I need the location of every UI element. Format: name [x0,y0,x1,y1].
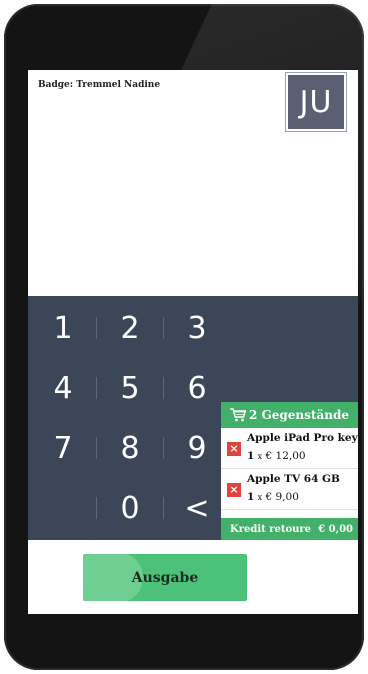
item-amount: € 9,00 [265,491,299,503]
phone-frame: Badge: Tremmel Nadine JU 1 2 3 4 5 6 7 8… [4,4,364,670]
shopping-cart-icon [230,408,247,422]
credit-return-amount: € 0,00 [318,523,353,535]
remove-item-button[interactable]: × [227,442,241,456]
badge-label: Badge: Tremmel Nadine [38,80,161,90]
remove-item-button[interactable]: × [227,483,241,497]
cart-footer: Kredit retoure € 0,00 [221,518,358,540]
cart-title: 2 Gegenstände [249,408,349,422]
item-times: x [257,452,263,461]
app-screen: Badge: Tremmel Nadine JU 1 2 3 4 5 6 7 8… [28,70,358,614]
cart-item: × Apple TV 64 GB 1 x € 9,00 [221,469,358,510]
item-price: 1 x € 12,00 [247,450,306,462]
ausgabe-button[interactable]: Ausgabe [83,554,247,601]
cart-panel: 2 Gegenstände × Apple iPad Pro key 1 x €… [221,402,358,540]
item-amount: € 12,00 [265,450,306,462]
item-times: x [257,493,263,502]
item-qty: 1 [247,450,255,462]
key-0[interactable]: 0 [97,478,163,538]
key-2[interactable]: 2 [97,298,163,358]
item-name: Apple TV 64 GB [247,473,340,485]
key-4[interactable]: 4 [30,358,96,418]
key-3[interactable]: 3 [164,298,230,358]
item-name: Apple iPad Pro key [247,432,358,444]
item-qty: 1 [247,491,255,503]
key-5[interactable]: 5 [97,358,163,418]
item-price: 1 x € 9,00 [247,491,299,503]
ausgabe-label: Ausgabe [131,569,199,586]
key-1[interactable]: 1 [30,298,96,358]
key-8[interactable]: 8 [97,418,163,478]
cart-item: × Apple iPad Pro key 1 x € 12,00 [221,428,358,469]
cart-header[interactable]: 2 Gegenstände [221,402,358,428]
credit-return-label: Kredit retoure [230,523,312,535]
key-7[interactable]: 7 [30,418,96,478]
company-logo: JU [285,72,347,132]
